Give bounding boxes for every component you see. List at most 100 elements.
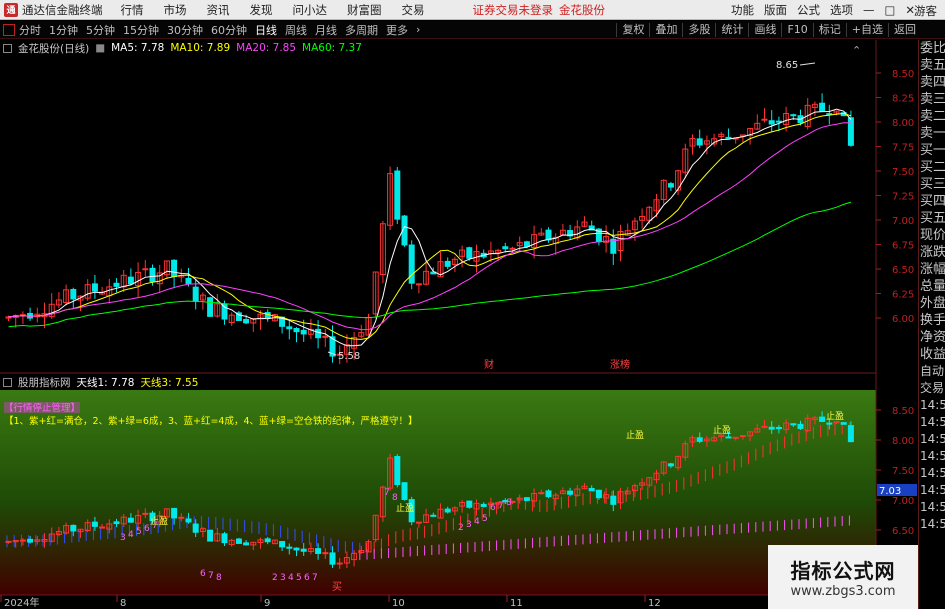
watermark-title: 指标公式网 <box>790 559 896 583</box>
current-value: 7.03 <box>879 486 901 497</box>
ind-candle-body <box>394 456 401 485</box>
side-panel-item[interactable]: 14:56 <box>919 431 945 448</box>
overlay-button[interactable]: 叠加 <box>649 23 682 37</box>
main-candle-body <box>293 328 300 333</box>
f10-button[interactable]: F10 <box>781 23 812 37</box>
side-panel-item[interactable]: 换手 <box>919 312 945 329</box>
count-label: 6 <box>200 569 206 579</box>
side-panel-item[interactable]: 委比 <box>919 40 945 57</box>
side-panel-item[interactable]: 14:56 <box>919 465 945 482</box>
period-more[interactable]: 更多 <box>386 22 408 38</box>
period-1min[interactable]: 1分钟 <box>49 22 78 38</box>
ind-tick-label: 7.00 <box>892 496 914 507</box>
guest-user[interactable]: 游客 <box>914 3 937 19</box>
count-label: 5 <box>136 527 142 537</box>
tag-zhangbang[interactable]: 涨榜 <box>610 358 630 371</box>
count-label: 8 <box>216 573 222 583</box>
main-candle-body <box>466 247 473 259</box>
side-panel-item[interactable]: 交易 <box>919 380 945 397</box>
period-daily[interactable]: 日线 <box>255 22 277 38</box>
login-status[interactable]: 证券交易未登录 <box>473 2 554 18</box>
menu-item-zixun[interactable]: 资讯 <box>207 2 230 18</box>
multi-stock-button[interactable]: 多股 <box>682 23 715 37</box>
period-fenshi[interactable]: 分时 <box>19 22 41 38</box>
menu-item-banmian[interactable]: 版面 <box>764 2 787 18</box>
current-stock-name: 金花股份 <box>559 2 605 17</box>
menu-item-gongneng[interactable]: 功能 <box>731 2 754 18</box>
side-panel-item[interactable]: 买二 <box>919 159 945 176</box>
side-panel-item[interactable]: 买三 <box>919 176 945 193</box>
side-panel-item[interactable]: 14:56 <box>919 397 945 414</box>
ind-candle-body <box>444 508 451 513</box>
menu-item-hangqing[interactable]: 行情 <box>121 2 144 18</box>
add-watchlist-button[interactable]: +自选 <box>845 23 888 37</box>
side-panel-item[interactable]: 14:56 <box>919 448 945 465</box>
count-label: 2 <box>272 573 278 583</box>
side-panel-item[interactable]: 净资 <box>919 329 945 346</box>
kline-chart[interactable]: 8.50 8.25 8.00 7.75 7.50 7.25 7.00 6.75 6.50 6.25… <box>0 40 918 609</box>
side-panel-item[interactable]: 14:56 <box>919 482 945 499</box>
side-panel-item[interactable]: 卖四 <box>919 74 945 91</box>
panel-toggle-icon[interactable] <box>3 23 15 36</box>
indicator-line1: 天线1: 7.78 <box>76 376 135 389</box>
period-5min[interactable]: 5分钟 <box>86 22 115 38</box>
side-panel-item[interactable]: 总量 <box>919 278 945 295</box>
chevron-right-icon[interactable]: › <box>416 23 420 36</box>
statistics-button[interactable]: 统计 <box>715 23 748 37</box>
side-panel-item[interactable]: 买五 <box>919 210 945 227</box>
chart-menu-icon[interactable] <box>3 43 12 53</box>
ind-candle-body <box>523 497 530 501</box>
main-candle-body <box>502 246 509 250</box>
main-candle-body <box>171 259 178 278</box>
count-label: 7 <box>312 573 318 583</box>
tag-cai[interactable]: 财 <box>484 358 494 371</box>
side-panel-item[interactable]: 外盘 <box>919 295 945 312</box>
menu-item-shichang[interactable]: 市场 <box>164 2 187 18</box>
main-chart-area[interactable] <box>0 40 876 373</box>
menu-item-faxian[interactable]: 发现 <box>250 2 273 18</box>
stop-profit-label-2: 止盈 <box>713 424 731 436</box>
menu-item-gongshi[interactable]: 公式 <box>797 2 820 18</box>
stock-label[interactable]: 金花股份(日线) <box>18 41 89 56</box>
indicator-menu-icon[interactable] <box>3 377 12 387</box>
ind-candle-body <box>595 489 602 499</box>
side-panel-item[interactable]: 卖二 <box>919 108 945 125</box>
menu-item-jiaoyi[interactable]: 交易 <box>402 2 425 18</box>
count-label: 7 <box>208 571 214 581</box>
side-panel-item[interactable]: 收益 <box>919 346 945 363</box>
maximize-icon[interactable]: □ <box>884 3 895 17</box>
period-weekly[interactable]: 周线 <box>285 22 307 38</box>
period-15min[interactable]: 15分钟 <box>123 22 159 38</box>
ind-tick-label: 8.00 <box>892 436 914 447</box>
collapse-chevron-icon[interactable]: ⌃ <box>852 44 861 57</box>
indicator-name[interactable]: 股朋指标网 <box>18 375 71 390</box>
side-panel-item[interactable]: 涨跌 <box>919 244 945 261</box>
side-panel-item[interactable]: 涨幅 <box>919 261 945 278</box>
period-30min[interactable]: 30分钟 <box>167 22 203 38</box>
menu-item-wenxiaoda[interactable]: 问小达 <box>293 2 328 18</box>
menu-item-xuanxiang[interactable]: 选项 <box>830 2 853 18</box>
period-multi[interactable]: 多周期 <box>345 22 378 38</box>
side-panel-item[interactable]: 14:56 <box>919 414 945 431</box>
side-panel-item[interactable]: 卖一 <box>919 125 945 142</box>
count-label: 4 <box>474 517 480 527</box>
side-panel-item[interactable]: 14:56 <box>919 516 945 533</box>
x-tick-label: 11 <box>510 598 523 609</box>
side-panel-item[interactable]: 买一 <box>919 142 945 159</box>
menu-item-caifuquan[interactable]: 财富圈 <box>347 2 382 18</box>
period-60min[interactable]: 60分钟 <box>211 22 247 38</box>
side-panel-item[interactable]: 自动 <box>919 363 945 380</box>
draw-line-button[interactable]: 画线 <box>748 23 781 37</box>
ma-settings-icon[interactable]: ■ <box>95 42 105 54</box>
period-monthly[interactable]: 月线 <box>315 22 337 38</box>
back-button[interactable]: 返回 <box>888 23 921 37</box>
side-panel-item[interactable]: 现价 <box>919 227 945 244</box>
fuquan-button[interactable]: 复权 <box>616 23 649 37</box>
minimize-icon[interactable]: — <box>863 3 875 17</box>
side-panel-item[interactable]: 卖三 <box>919 91 945 108</box>
main-candle-body <box>91 283 98 292</box>
side-panel-item[interactable]: 卖五 <box>919 57 945 74</box>
mark-button[interactable]: 标记 <box>812 23 846 37</box>
side-panel-item[interactable]: 买四 <box>919 193 945 210</box>
side-panel-item[interactable]: 14:56 <box>919 499 945 516</box>
